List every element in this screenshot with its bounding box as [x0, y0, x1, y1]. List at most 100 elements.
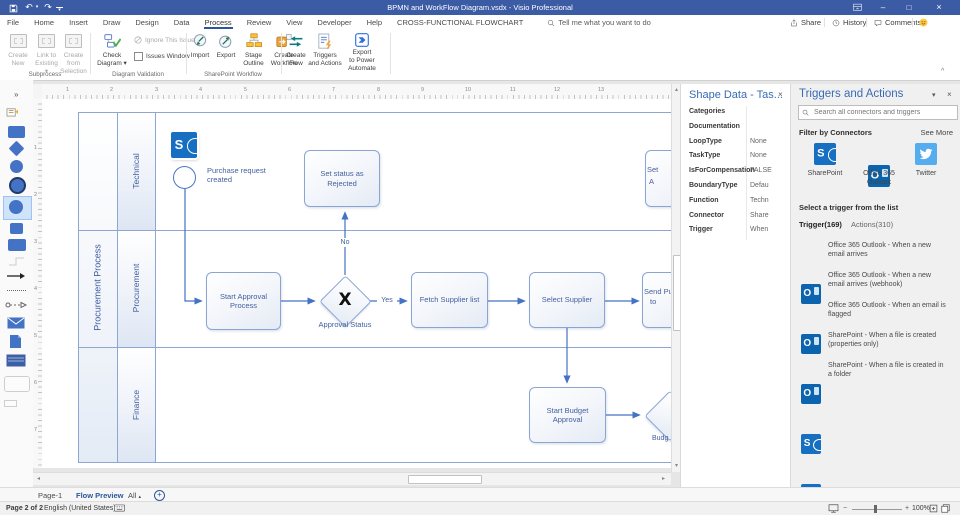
close-button[interactable]: ×: [928, 0, 950, 15]
shape-document-icon[interactable]: [9, 334, 22, 349]
issues-window-checkbox[interactable]: Issues Window: [134, 52, 190, 61]
horizontal-scrollbar[interactable]: ◂ ▸: [33, 472, 671, 485]
property-value[interactable]: FALSE: [750, 167, 772, 174]
presentation-mode-icon[interactable]: [828, 504, 839, 513]
triggers-and-actions-button[interactable]: Triggers and Actions: [306, 32, 344, 68]
shape-data-store-icon[interactable]: [6, 354, 26, 367]
see-more-link[interactable]: See More: [920, 128, 953, 137]
sharepoint-connector-icon[interactable]: [814, 143, 836, 165]
tab-insert[interactable]: Insert: [68, 17, 89, 29]
edge-label-yes[interactable]: Yes: [377, 296, 397, 305]
share-button[interactable]: Share: [790, 17, 821, 28]
twitter-connector-icon[interactable]: [915, 143, 937, 165]
undo-dropdown-icon[interactable]: ▾: [33, 1, 41, 14]
zoom-level[interactable]: 100%: [912, 505, 930, 512]
customize-qat-icon[interactable]: ▾: [56, 7, 63, 13]
page-indicator[interactable]: Page 2 of 2: [6, 505, 43, 512]
property-value[interactable]: Share: [750, 212, 769, 219]
trigger-tab[interactable]: Trigger(169): [799, 220, 842, 229]
search-input[interactable]: [812, 108, 948, 117]
shape-dotted-line-icon[interactable]: [7, 290, 26, 291]
shape-message-icon[interactable]: [7, 317, 25, 329]
export-to-power-automate-button[interactable]: Export to Power Automate: [344, 32, 380, 73]
zoom-in-button[interactable]: +: [905, 505, 909, 512]
keyboard-icon[interactable]: [114, 504, 125, 512]
shape-text-block-icon[interactable]: [4, 400, 17, 407]
edge-label-no[interactable]: No: [336, 238, 354, 247]
tab-process[interactable]: Process: [203, 17, 233, 29]
tab-draw[interactable]: Draw: [102, 17, 122, 29]
stage-outline-button[interactable]: Stage Outline: [240, 32, 267, 68]
gateway-label[interactable]: Approval Status: [305, 320, 385, 329]
tab-help[interactable]: Help: [366, 17, 383, 29]
all-pages-dropdown[interactable]: All ▴: [128, 491, 141, 500]
tab-review[interactable]: Review: [246, 17, 273, 29]
maximize-button[interactable]: □: [898, 0, 920, 15]
task-send-po-partial[interactable]: [642, 272, 671, 328]
property-value[interactable]: Defau: [750, 182, 769, 189]
tab-design[interactable]: Design: [134, 17, 159, 29]
page-tab-flow-preview-active[interactable]: Flow Preview: [76, 491, 124, 500]
link-to-existing-button[interactable]: Link to Existing ▾: [33, 32, 60, 76]
shape-subprocess-icon[interactable]: [8, 239, 26, 251]
property-value[interactable]: None: [750, 138, 767, 145]
tab-cross-functional-flowchart[interactable]: CROSS-FUNCTIONAL FLOWCHART: [396, 17, 524, 29]
expand-shapes-panel-icon[interactable]: »: [14, 90, 18, 99]
fit-page-icon[interactable]: [929, 504, 938, 513]
switch-windows-icon[interactable]: [941, 504, 950, 513]
task-set-status-rejected[interactable]: Set status as Rejected: [304, 150, 380, 207]
zoom-slider-track[interactable]: [852, 509, 902, 510]
tab-home[interactable]: Home: [33, 17, 55, 29]
shape-collapsed-subprocess-icon[interactable]: [10, 223, 23, 234]
create-new-button[interactable]: Create New: [5, 32, 31, 68]
task-start-budget-approval[interactable]: Start Budget Approval: [529, 387, 606, 443]
language-indicator[interactable]: English (United States): [44, 505, 116, 512]
history-button[interactable]: History: [832, 17, 866, 28]
redo-button[interactable]: ↷: [41, 1, 55, 14]
save-icon[interactable]: [6, 1, 20, 13]
start-event-label[interactable]: Purchase request created: [207, 166, 269, 185]
ribbon-display-options-icon[interactable]: [846, 0, 868, 15]
drawing-page[interactable]: Procurement Process Technical Procuremen…: [42, 99, 671, 468]
start-event-circle[interactable]: [173, 166, 196, 189]
stencil-icon[interactable]: [6, 106, 19, 117]
horizontal-scroll-thumb[interactable]: [408, 475, 482, 484]
shape-sequence-flow-icon[interactable]: [6, 272, 26, 280]
shape-message-flow-icon[interactable]: [5, 301, 28, 309]
task-fetch-supplier-list[interactable]: Fetch Supplier list: [411, 272, 488, 328]
comments-button[interactable]: Comments: [874, 17, 921, 28]
actions-tab[interactable]: Actions(310): [851, 220, 893, 229]
minimize-button[interactable]: –: [872, 0, 894, 15]
scroll-left-arrow[interactable]: ◂: [34, 473, 43, 485]
shape-start-event-icon[interactable]: [10, 160, 23, 173]
shape-end-event-icon[interactable]: [9, 177, 26, 194]
property-value[interactable]: None: [750, 152, 767, 159]
collapse-ribbon-button[interactable]: ^: [941, 68, 944, 75]
feedback-smiley-icon[interactable]: [919, 17, 928, 28]
panel-menu-icon[interactable]: ▾: [932, 91, 936, 99]
tell-me-box[interactable]: Tell me what you want to do: [547, 18, 651, 27]
task-start-approval-process[interactable]: Start Approval Process: [206, 272, 281, 330]
close-icon[interactable]: ×: [778, 90, 783, 99]
tab-data[interactable]: Data: [173, 17, 191, 29]
tab-view[interactable]: View: [285, 17, 303, 29]
sharepoint-trigger-icon[interactable]: [171, 132, 197, 158]
insert-page-button[interactable]: +: [154, 490, 165, 501]
page-tab-page1[interactable]: Page-1: [38, 491, 62, 500]
shape-gateway-icon[interactable]: [8, 140, 25, 157]
close-icon[interactable]: ×: [947, 90, 952, 99]
property-value[interactable]: When: [750, 226, 768, 233]
shape-connector-icon[interactable]: [8, 257, 25, 266]
tab-developer[interactable]: Developer: [316, 17, 352, 29]
export-button[interactable]: Export: [214, 32, 238, 60]
shape-task-icon[interactable]: [8, 126, 25, 138]
zoom-out-button[interactable]: −: [843, 505, 847, 512]
create-from-selection-button[interactable]: Create from Selection: [60, 32, 87, 76]
zoom-slider-thumb[interactable]: [874, 505, 877, 513]
task-select-supplier[interactable]: Select Supplier: [529, 272, 605, 328]
import-button[interactable]: Import: [188, 32, 212, 60]
connector-search-box[interactable]: [798, 105, 958, 120]
scroll-right-arrow[interactable]: ▸: [659, 473, 668, 485]
tab-file[interactable]: File: [6, 17, 20, 29]
shape-intermediate-event-icon[interactable]: [9, 200, 23, 214]
